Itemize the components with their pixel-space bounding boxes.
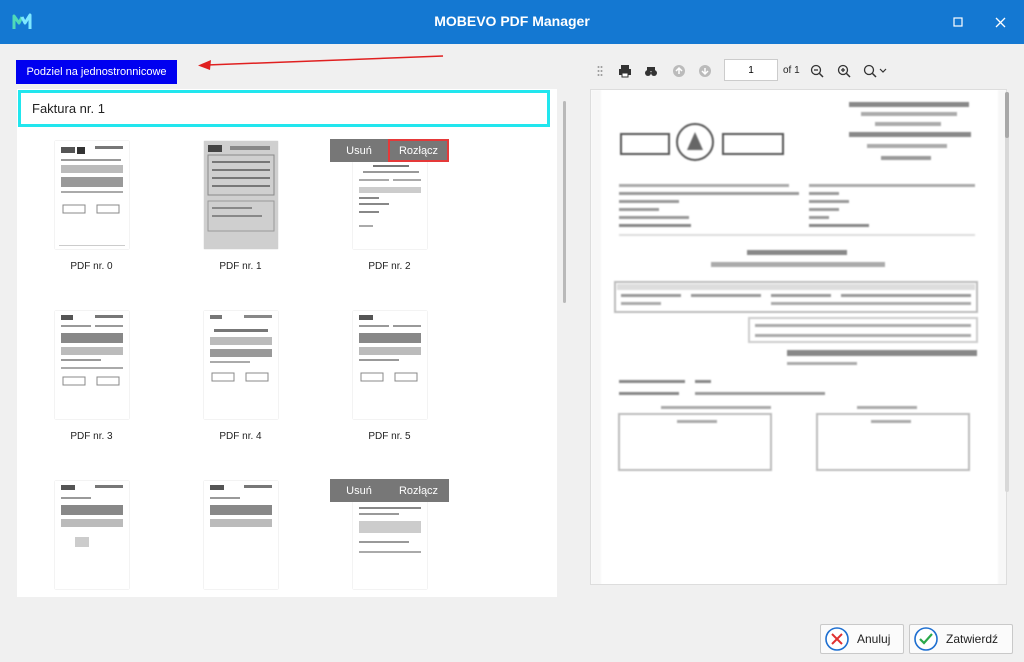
zoom-menu-icon <box>863 64 887 78</box>
find-icon <box>645 67 657 76</box>
find-button[interactable] <box>642 62 660 80</box>
page-preview <box>204 141 278 249</box>
annotation-arrow <box>198 55 444 70</box>
zoom-out-button[interactable] <box>808 62 826 80</box>
page-preview <box>55 311 129 419</box>
page-preview <box>204 311 278 419</box>
document-preview <box>59 146 125 246</box>
print-icon <box>619 65 631 78</box>
maximize-icon <box>953 17 963 27</box>
confirm-icon <box>914 627 938 651</box>
drag-handle-icon <box>597 66 603 76</box>
close-button[interactable] <box>989 11 1011 33</box>
confirm-button[interactable]: Zatwierdź <box>909 624 1013 654</box>
document-preview <box>61 485 123 547</box>
document-preview <box>359 315 421 382</box>
page-down-icon <box>699 65 711 77</box>
document-render <box>591 90 1006 584</box>
window-title: MOBEVO PDF Manager <box>434 13 590 29</box>
thumbnail-panel: Faktura nr. 1 PDF nr. 0 PDF nr. 1 Usuń R… <box>17 89 557 597</box>
cancel-label: Anuluj <box>857 632 891 646</box>
zoom-in-icon <box>837 64 851 78</box>
next-page-button[interactable] <box>696 62 714 80</box>
split-page-button[interactable]: Rozłącz <box>388 479 449 502</box>
thumbnail-label: PDF nr. 0 <box>70 261 113 272</box>
page-preview <box>353 311 427 419</box>
page-count-label: of 1 <box>783 65 800 76</box>
viewer-scrollbar-track[interactable] <box>1005 92 1009 492</box>
delete-page-button[interactable]: Usuń <box>330 479 388 502</box>
drag-handle[interactable] <box>596 62 604 80</box>
previous-page-button[interactable] <box>670 62 688 80</box>
zoom-in-button[interactable] <box>835 62 853 80</box>
maximize-button[interactable] <box>947 11 969 33</box>
pdf-viewer[interactable] <box>590 89 1007 585</box>
document-preview <box>207 145 275 232</box>
document-preview <box>210 315 272 382</box>
thumbnail-scrollbar[interactable] <box>563 101 566 303</box>
thumbnail-actions: Usuń Rozłącz <box>330 479 449 502</box>
page-preview <box>55 481 129 589</box>
viewer-toolbar: of 1 <box>590 56 1010 86</box>
zoom-menu-button[interactable] <box>862 62 890 80</box>
thumbnail-label: PDF nr. 5 <box>368 431 411 442</box>
thumbnail-label: PDF nr. 2 <box>368 261 411 272</box>
document-preview <box>61 315 123 386</box>
thumbnail-label: PDF nr. 4 <box>219 431 262 442</box>
zoom-out-icon <box>810 64 824 78</box>
page-number-input[interactable] <box>724 59 778 81</box>
cancel-button[interactable]: Anuluj <box>820 624 904 654</box>
pdf-manager-window: MOBEVO PDF Manager Podziel na jednostron… <box>0 0 1024 662</box>
delete-page-button[interactable]: Usuń <box>330 139 388 162</box>
thumbnail-actions: Usuń Rozłącz <box>330 139 449 162</box>
cancel-icon <box>825 627 849 651</box>
close-icon <box>995 17 1005 27</box>
thumbnail-label: PDF nr. 1 <box>219 261 262 272</box>
confirm-label: Zatwierdź <box>946 632 999 646</box>
page-up-icon <box>673 65 685 77</box>
split-single-page-button[interactable]: Podziel na jednostronnicowe <box>16 60 177 84</box>
page-preview <box>204 481 278 589</box>
viewer-scrollbar-thumb[interactable] <box>1005 92 1009 138</box>
print-button[interactable] <box>616 62 634 80</box>
split-page-button[interactable]: Rozłącz <box>388 139 449 162</box>
document-title[interactable]: Faktura nr. 1 <box>18 90 550 127</box>
document-preview <box>210 485 272 527</box>
title-bar: MOBEVO PDF Manager <box>0 0 1024 44</box>
page-preview <box>55 141 129 249</box>
thumbnail-label: PDF nr. 3 <box>70 431 113 442</box>
